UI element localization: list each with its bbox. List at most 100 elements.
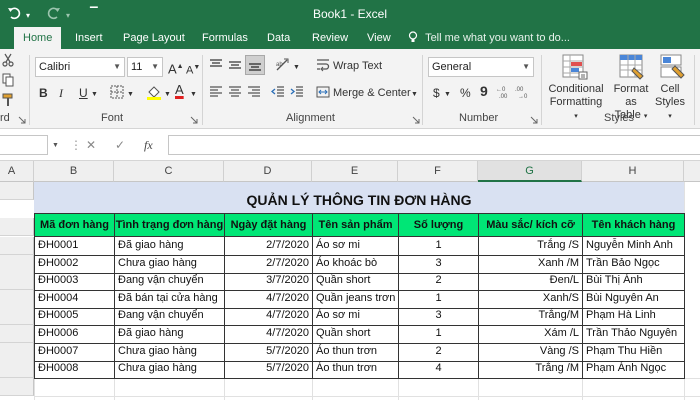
tab-home[interactable]: Home [14,27,62,49]
cell-product-name[interactable]: Áo sơ mi [312,237,398,256]
cell-order-id[interactable]: ĐH0005 [34,307,114,326]
header-cell-quantity[interactable]: Số lượng [398,213,479,237]
chevron-down-icon[interactable]: ▼ [190,87,197,103]
cell-order-id[interactable]: ĐH0006 [34,325,114,344]
tab-page-layout[interactable]: Page Layout [121,27,187,49]
column-header-next[interactable] [684,161,700,182]
chevron-down-icon[interactable]: ▼ [164,87,171,103]
header-cell-color-size[interactable]: Màu sắc/ kích cỡ [478,213,583,237]
cell-color-size[interactable]: Đen/L [478,272,582,291]
column-header-g[interactable]: G [478,161,582,182]
cell-order-status[interactable]: Chưa giao hàng [114,360,224,379]
cell-color-size[interactable]: Trắng/M [478,307,582,326]
align-center-icon[interactable] [228,85,242,102]
font-size-select[interactable]: 11 ▼ [127,57,163,77]
cell-quantity[interactable]: 4 [398,360,478,379]
fill-color-icon[interactable] [146,84,162,103]
wrap-text-button[interactable]: Wrap Text [333,59,382,73]
increase-decimal-icon[interactable]: ←0.00 [496,85,512,102]
cell-order-status[interactable]: Đã giao hàng [114,237,224,256]
conditional-formatting-button[interactable]: Conditional Formatting ▾ [548,83,604,123]
header-cell-customer-name[interactable]: Tên khách hàng [582,213,685,237]
row-header[interactable] [0,325,34,343]
cell-order-date[interactable]: 4/7/2020 [224,325,312,344]
cell-order-date[interactable]: 4/7/2020 [224,307,312,326]
grow-font-button[interactable]: A▲ [168,59,184,77]
column-header-c[interactable]: C [114,161,224,182]
alignment-launcher-icon[interactable] [412,115,420,127]
cell-product-name[interactable]: Quần short [312,325,398,344]
chevron-down-icon[interactable]: ▼ [127,87,134,103]
cell-order-id[interactable]: ĐH0001 [34,237,114,256]
cell-quantity[interactable]: 1 [398,325,478,344]
underline-button[interactable]: U [79,85,88,101]
tab-review[interactable]: Review [310,27,350,49]
decrease-decimal-icon[interactable]: .00 →0 [515,85,531,102]
align-middle-icon[interactable] [228,58,242,75]
chevron-down-icon[interactable]: ▼ [52,138,59,154]
chevron-down-icon[interactable]: ▼ [293,60,300,76]
italic-button[interactable]: I [59,85,63,101]
conditional-formatting-icon[interactable] [562,54,588,83]
column-header-e[interactable]: E [312,161,398,182]
format-painter-icon[interactable] [2,93,14,110]
cell-customer-name[interactable]: Trần Thảo Nguyên [582,325,685,344]
comma-style-button[interactable]: 9 [480,83,488,99]
orientation-icon[interactable]: ab [275,57,291,76]
row-header[interactable] [0,343,34,361]
align-right-icon[interactable] [247,85,261,102]
font-name-select[interactable]: Calibri ▼ [35,57,125,77]
font-launcher-icon[interactable] [190,115,198,127]
cell-quantity[interactable]: 3 [398,307,478,326]
currency-button[interactable]: $ [433,85,440,101]
cell-customer-name[interactable]: Nguyễn Minh Anh [582,237,685,256]
font-color-button[interactable]: A [175,82,184,98]
copy-icon[interactable] [2,73,14,90]
row-header[interactable] [0,360,34,378]
cell-product-name[interactable]: Áo sơ mi [312,307,398,326]
tab-data[interactable]: Data [265,27,292,49]
row-header[interactable] [0,237,34,255]
insert-function-button[interactable]: fx [144,137,153,153]
chevron-down-icon[interactable]: ▼ [91,87,98,103]
cut-icon[interactable] [2,53,14,70]
row-header[interactable] [0,182,34,200]
merge-center-icon[interactable] [316,85,330,102]
name-box[interactable] [0,135,48,155]
cell-product-name[interactable]: Quần short [312,272,398,291]
increase-indent-icon[interactable] [290,85,304,102]
row-header[interactable] [0,272,34,290]
row-header[interactable] [0,378,34,396]
cell-quantity[interactable]: 2 [398,272,478,291]
cell-order-id[interactable]: ĐH0003 [34,272,114,291]
column-header-d[interactable]: D [224,161,312,182]
header-cell-order-status[interactable]: Tình trạng đơn hàng [114,213,225,237]
cell-styles-button[interactable]: Cell Styles ▾ [652,83,688,123]
cell-color-size[interactable]: Trắng /S [478,237,582,256]
header-cell-product-name[interactable]: Tên sản phẩm [312,213,399,237]
row-header[interactable] [0,255,34,273]
cell-customer-name[interactable]: Phạm Hà Linh [582,307,685,326]
tab-formulas[interactable]: Formulas [200,27,250,49]
cell-order-status[interactable]: Đang vận chuyển [114,272,224,291]
cell-product-name[interactable]: Áo thun trơn [312,360,398,379]
wrap-text-icon[interactable] [316,58,330,75]
cell-order-status[interactable]: Đã giao hàng [114,325,224,344]
borders-icon[interactable] [110,85,124,102]
cell-customer-name[interactable]: Bùi Thị Ánh [582,272,685,291]
decrease-indent-icon[interactable] [270,85,285,102]
chevron-down-icon[interactable]: ▼ [411,87,418,103]
clipboard-launcher-icon[interactable] [18,115,26,127]
cell-order-id[interactable]: ĐH0008 [34,360,114,379]
chevron-down-icon[interactable]: ▼ [444,87,451,103]
cell-customer-name[interactable]: Phạm Ánh Ngọc [582,360,685,379]
formula-input[interactable] [168,135,700,155]
tab-insert[interactable]: Insert [73,27,105,49]
cancel-icon[interactable]: ✕ [86,137,96,153]
column-header-a[interactable]: A [0,161,34,182]
column-header-b[interactable]: B [34,161,114,182]
percent-button[interactable]: % [460,85,471,101]
align-top-icon[interactable] [209,58,223,75]
column-header-f[interactable]: F [398,161,478,182]
number-launcher-icon[interactable] [530,115,538,127]
